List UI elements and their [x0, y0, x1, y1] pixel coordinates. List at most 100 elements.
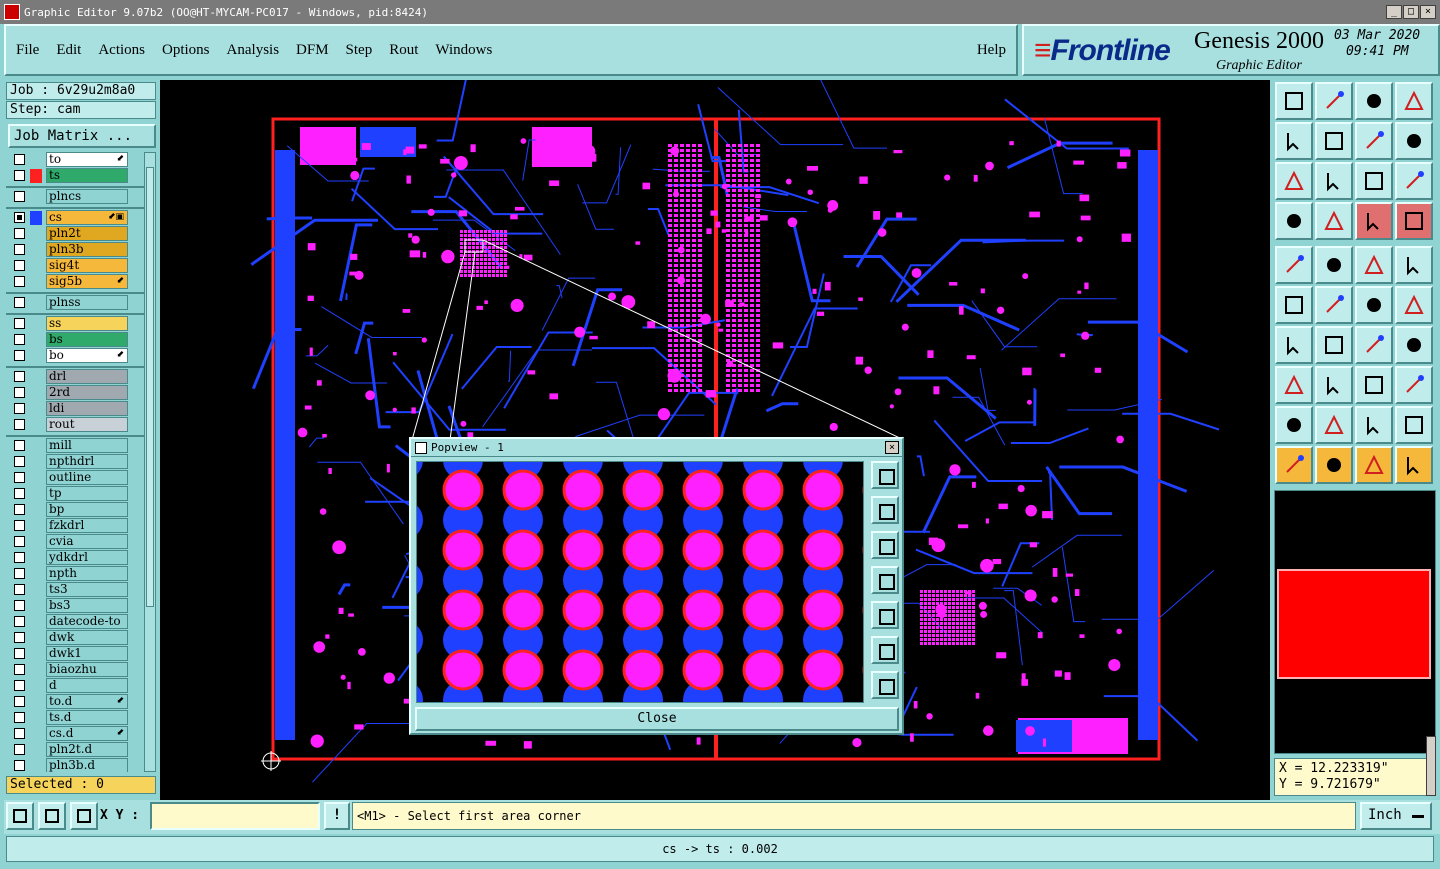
layer-name[interactable]: mill [46, 438, 128, 453]
layer-row-ts3[interactable]: ts3 [6, 582, 144, 598]
layer-checkbox[interactable] [14, 170, 25, 181]
delete-icon[interactable] [1315, 286, 1353, 324]
query-icon[interactable] [1395, 162, 1433, 200]
layers-off-icon[interactable] [1395, 202, 1433, 240]
layer-name[interactable]: bp [46, 502, 128, 517]
scale-1-2-icon[interactable] [1355, 162, 1393, 200]
snap-grid-icon[interactable] [1315, 202, 1353, 240]
layer-name[interactable]: datecode-to [46, 614, 128, 629]
layer-checkbox[interactable] [14, 552, 25, 563]
layer-row-ydkdrl[interactable]: ydkdrl [6, 550, 144, 566]
layer-checkbox[interactable] [14, 664, 25, 675]
layer-name[interactable]: sig5b ⬋ [46, 274, 128, 289]
layer-row-2rd[interactable]: 2rd [6, 385, 144, 401]
layers-on-icon[interactable] [1355, 202, 1393, 240]
layer-checkbox[interactable] [14, 488, 25, 499]
angle-icon[interactable] [1275, 326, 1313, 364]
ruler-icon[interactable] [1355, 246, 1393, 284]
layer-list-scrollbar[interactable] [144, 152, 156, 772]
layer-checkbox[interactable] [14, 632, 25, 643]
layer-checkbox[interactable] [14, 297, 25, 308]
triangle-c-icon[interactable] [1355, 406, 1393, 444]
menu-step[interactable]: Step [346, 42, 373, 59]
layer-checkbox[interactable] [14, 318, 25, 329]
menu-file[interactable]: File [16, 42, 39, 59]
layer-row-pln2t[interactable]: pln2t [6, 226, 144, 242]
layer-row-cs[interactable]: cs ⬋▣ [6, 210, 144, 226]
menu-analysis[interactable]: Analysis [227, 42, 280, 59]
layer-checkbox[interactable] [14, 371, 25, 382]
layer-name[interactable]: sig4t [46, 258, 128, 273]
layer-row-rout[interactable]: rout [6, 417, 144, 433]
layer-name[interactable]: cs ⬋▣ [46, 210, 128, 225]
layer-checkbox[interactable] [14, 456, 25, 467]
menu-options[interactable]: Options [162, 42, 210, 59]
layer-name[interactable]: npth [46, 566, 128, 581]
grid-mode-icon[interactable] [70, 802, 98, 830]
layer-checkbox[interactable] [14, 568, 25, 579]
layer-row-to-d[interactable]: to.d ⬋ [6, 694, 144, 710]
menu-help[interactable]: Help [977, 42, 1006, 59]
layer-row-bp[interactable]: bp [6, 502, 144, 518]
popview-zoom-view[interactable] [416, 461, 864, 703]
layer-row-drl[interactable]: drl [6, 369, 144, 385]
layer-checkbox[interactable] [14, 680, 25, 691]
layer-checkbox[interactable] [14, 584, 25, 595]
layer-checkbox[interactable] [14, 728, 25, 739]
layer-row-ss[interactable]: ss [6, 316, 144, 332]
popview-pan-up-icon[interactable] [871, 496, 899, 524]
layer-checkbox[interactable] [14, 276, 25, 287]
circle-icon[interactable] [1395, 246, 1433, 284]
layer-name[interactable]: bo ⬋ [46, 348, 128, 363]
layer-checkbox[interactable] [14, 536, 25, 547]
select-area-icon[interactable] [1315, 446, 1353, 484]
layer-checkbox[interactable] [14, 419, 25, 430]
layer-name[interactable]: dwk [46, 630, 128, 645]
popview-close-icon[interactable]: × [885, 441, 899, 454]
layer-name[interactable]: 2rd [46, 385, 128, 400]
layer-row-npthdrl[interactable]: npthdrl [6, 454, 144, 470]
zoom-down-icon[interactable] [1315, 82, 1353, 120]
pan-left-icon[interactable] [1275, 122, 1313, 160]
layer-row-dwk[interactable]: dwk [6, 630, 144, 646]
layer-row-plnss[interactable]: plnss [6, 295, 144, 311]
layer-name[interactable]: to ⬋ [46, 152, 128, 167]
layer-name[interactable]: bs [46, 332, 128, 347]
move-node-icon[interactable] [1355, 286, 1393, 324]
layer-checkbox[interactable] [14, 744, 25, 755]
layer-checkbox[interactable] [14, 403, 25, 414]
layer-row-ts-d[interactable]: ts.d [6, 710, 144, 726]
menu-edit[interactable]: Edit [56, 42, 81, 59]
layer-row-bs3[interactable]: bs3 [6, 598, 144, 614]
menu-rout[interactable]: Rout [389, 42, 418, 59]
popview-pan-right-icon[interactable] [871, 601, 899, 629]
settings-icon[interactable] [1275, 202, 1313, 240]
snap-mode-icon[interactable] [6, 802, 34, 830]
popview-close-button[interactable]: Close [415, 707, 899, 731]
layer-row-sig4t[interactable]: sig4t [6, 258, 144, 274]
layer-checkbox[interactable] [14, 648, 25, 659]
overview-map[interactable] [1274, 490, 1436, 754]
layer-row-bo[interactable]: bo ⬋ [6, 348, 144, 364]
redraw-icon[interactable] [1395, 122, 1433, 160]
menu-windows[interactable]: Windows [435, 42, 492, 59]
layer-row-tp[interactable]: tp [6, 486, 144, 502]
maximize-button[interactable]: □ [1403, 5, 1419, 19]
layer-name[interactable]: plnss [46, 295, 128, 310]
layer-checkbox[interactable] [14, 712, 25, 723]
grid-icon[interactable] [1395, 82, 1433, 120]
close-window-button[interactable]: × [1420, 5, 1436, 19]
layer-name[interactable]: cvia [46, 534, 128, 549]
layer-row-cs-d[interactable]: cs.d ⬋ [6, 726, 144, 742]
minimize-button[interactable]: _ [1386, 5, 1402, 19]
select-arrow-icon[interactable] [1275, 446, 1313, 484]
triangle-d-icon[interactable] [1395, 406, 1433, 444]
copy-node-icon[interactable] [1395, 286, 1433, 324]
layer-row-sig5b[interactable]: sig5b ⬋ [6, 274, 144, 290]
snap-center-icon[interactable] [1355, 366, 1393, 404]
layer-checkbox[interactable] [14, 440, 25, 451]
layer-checkbox[interactable] [14, 696, 25, 707]
menu-dfm[interactable]: DFM [296, 42, 329, 59]
layer-name[interactable]: fzkdrl [46, 518, 128, 533]
layer-row-mill[interactable]: mill [6, 438, 144, 454]
